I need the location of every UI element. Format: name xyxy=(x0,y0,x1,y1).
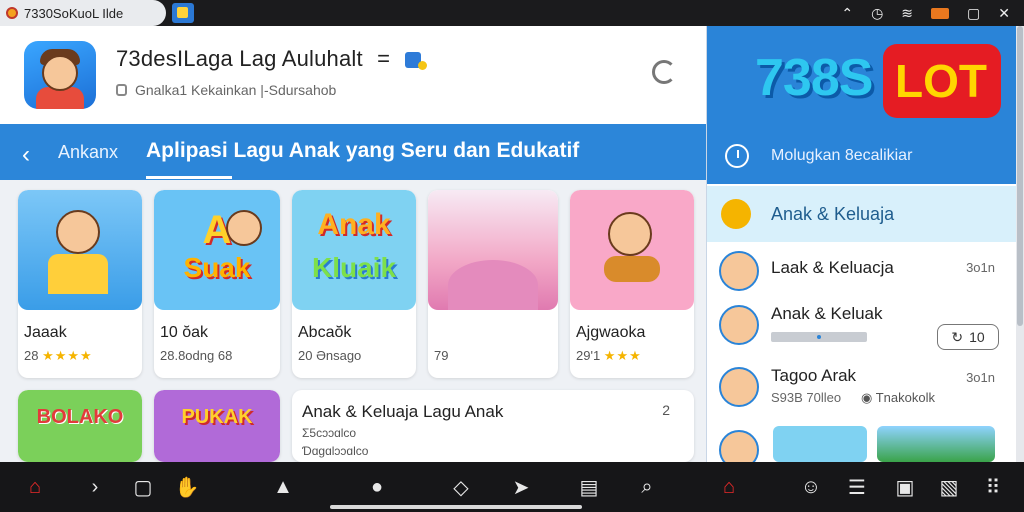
battery-icon[interactable] xyxy=(931,7,950,19)
main-content: 73desILaga Lag Auluhalt = Gnalka1 Kekain… xyxy=(0,26,706,462)
clipboard-icon[interactable]: ▤ xyxy=(574,472,604,502)
list-item[interactable]: Tagoo Arak S93B 70lleo 3o1n ◉ Tnakokolk xyxy=(707,360,1024,416)
back-chevron-icon[interactable]: ‹ xyxy=(22,141,30,169)
chevron-up-icon[interactable]: ⌃ xyxy=(841,5,853,22)
alarm-icon[interactable]: ◷ xyxy=(871,5,883,22)
avatar xyxy=(719,251,759,291)
progress-bar xyxy=(771,332,867,342)
item-title: Laak & Keluacja xyxy=(771,258,894,277)
item-meta: 3o1n xyxy=(966,260,995,275)
featured-card[interactable]: Anak & Keluaja Lagu Anak 2 Ʃ5cɔɔɑlco Ɗɑg… xyxy=(292,390,694,462)
featured-count: 2 xyxy=(662,402,670,418)
app-window: 7330SoKuoL Ilde ⌃ ◷ ≋ ▢ ✕ 73desILaga Lag… xyxy=(0,0,1024,512)
gear-icon xyxy=(721,199,751,229)
item-sub: S93B 70lleo xyxy=(771,390,842,405)
nav-bar: ‹ Ankanx Aplipasi Lagu Anak yang Seru da… xyxy=(0,124,706,180)
app-card[interactable]: 79 xyxy=(428,190,558,378)
badge-icon xyxy=(404,52,427,71)
app-title: 73desILaga Lag Auluhalt = xyxy=(116,46,427,72)
app-card[interactable]: BOLAKO xyxy=(18,390,142,462)
app-card[interactable]: A Suak 10 ŏak 28.8odng 68 xyxy=(154,190,280,378)
forward-icon[interactable]: › xyxy=(80,472,110,502)
brand-header: 738S LOT Molugkan 8ecalikiar xyxy=(707,26,1024,184)
card-title: Abcaŏk xyxy=(298,324,352,341)
app-card[interactable]: PUKAK xyxy=(154,390,280,462)
featured-title: Anak & Keluaja Lagu Anak xyxy=(302,402,504,421)
square-icon[interactable]: ▢ xyxy=(128,472,158,502)
app-subtitle: Gnalka1 Kekainkan |-Sdursahob xyxy=(116,82,336,98)
house-icon[interactable]: ⌂ xyxy=(714,472,744,502)
mini-thumbnail[interactable] xyxy=(773,426,867,462)
side-panel: 738S LOT Molugkan 8ecalikiar Anak & Kelu… xyxy=(706,26,1024,470)
app-card[interactable]: Anak Kluaik Abcaŏk 20 Ənsago xyxy=(292,190,416,378)
app-header: 73desILaga Lag Auluhalt = Gnalka1 Kekain… xyxy=(0,26,706,124)
item-title: Tagoo Arak xyxy=(771,366,857,385)
replay-button[interactable]: ↻ 10 xyxy=(937,324,999,350)
avatar xyxy=(719,305,759,345)
grid-icon[interactable]: ⠿ xyxy=(978,472,1008,502)
wifi-icon[interactable]: ≋ xyxy=(901,5,913,22)
lock-icon xyxy=(116,84,127,96)
system-tray: ⌃ ◷ ≋ ▢ ✕ xyxy=(841,0,1010,26)
app-card[interactable]: Ajgwaoka 29'1 ★★★ xyxy=(570,190,694,378)
app-logo-icon xyxy=(6,7,18,19)
item-extra: ◉ Tnakokolk xyxy=(861,390,935,405)
back-link[interactable]: Ankanx xyxy=(58,142,118,163)
app-card[interactable]: Jaaak 28 ★★★★ xyxy=(18,190,142,378)
clock-label: Molugkan 8ecalikiar xyxy=(771,147,913,164)
avatar xyxy=(719,367,759,407)
mini-thumbnail[interactable] xyxy=(877,426,995,462)
page-title: Aplipasi Lagu Anak yang Seru dan Edukati… xyxy=(146,139,580,162)
card-meta: 20 Ənsago xyxy=(298,348,362,363)
card-title: Ajgwaoka xyxy=(576,324,646,341)
home-indicator[interactable] xyxy=(330,505,582,509)
window-icon[interactable]: ▢ xyxy=(967,5,980,22)
card-meta: 28.8odng 68 xyxy=(160,348,233,363)
cursor-icon[interactable]: ➤ xyxy=(506,472,536,502)
clock-row[interactable]: Molugkan 8ecalikiar xyxy=(725,144,912,168)
featured-line: Ʃ5cɔɔɑlco xyxy=(302,426,357,440)
selected-label: Anak & Keluaja xyxy=(771,204,895,224)
pin-icon[interactable]: ● xyxy=(362,472,392,502)
status-bar: 7330SoKuoL Ilde ⌃ ◷ ≋ ▢ ✕ xyxy=(0,0,1024,26)
card-title: Jaaak xyxy=(24,324,67,341)
featured-line: Ɗɑgɑlɔɔɑlco xyxy=(302,444,369,458)
card-meta: 29'1 ★★★ xyxy=(576,348,642,363)
card-title: 10 ŏak xyxy=(160,324,209,341)
item-meta: 3o1n xyxy=(966,370,995,385)
item-title: Anak & Keluak xyxy=(771,304,883,323)
tab-icon[interactable] xyxy=(172,3,194,23)
image-icon[interactable]: ▧ xyxy=(934,472,964,502)
home-icon[interactable]: ⌂ xyxy=(20,472,50,502)
tab-title: 7330SoKuoL Ilde xyxy=(24,5,124,21)
clock-icon xyxy=(725,144,749,168)
brand-logo[interactable]: 738S LOT xyxy=(755,44,1001,118)
bell-icon[interactable]: ▲ xyxy=(268,472,298,502)
frame-icon[interactable]: ▣ xyxy=(890,472,920,502)
tray-icon[interactable]: ☰ xyxy=(842,472,872,502)
tab-underline xyxy=(146,176,232,179)
refresh-icon[interactable] xyxy=(652,60,676,84)
card-meta: 28 ★★★★ xyxy=(24,348,93,363)
list-item[interactable]: Laak & Keluacja 3o1n xyxy=(707,244,1024,300)
selected-category[interactable]: Anak & Keluaja xyxy=(707,186,1024,242)
browser-tab[interactable]: 7330SoKuoL Ilde xyxy=(0,0,166,26)
card-meta: 79 xyxy=(434,348,449,363)
app-avatar-icon[interactable] xyxy=(24,41,96,109)
close-icon[interactable]: ✕ xyxy=(998,5,1010,22)
diamond-icon[interactable]: ◇ xyxy=(446,472,476,502)
hand-icon[interactable]: ✋ xyxy=(172,472,202,502)
card-grid: Jaaak 28 ★★★★ A Suak 10 ŏak 28.8odng 68 … xyxy=(0,180,706,462)
scrollbar[interactable] xyxy=(1016,26,1024,462)
search-icon[interactable]: ⌕ xyxy=(632,472,662,502)
user-icon[interactable]: ☺ xyxy=(796,472,826,502)
list-item[interactable]: Anak & Keluak ↻ 10 xyxy=(707,298,1024,354)
